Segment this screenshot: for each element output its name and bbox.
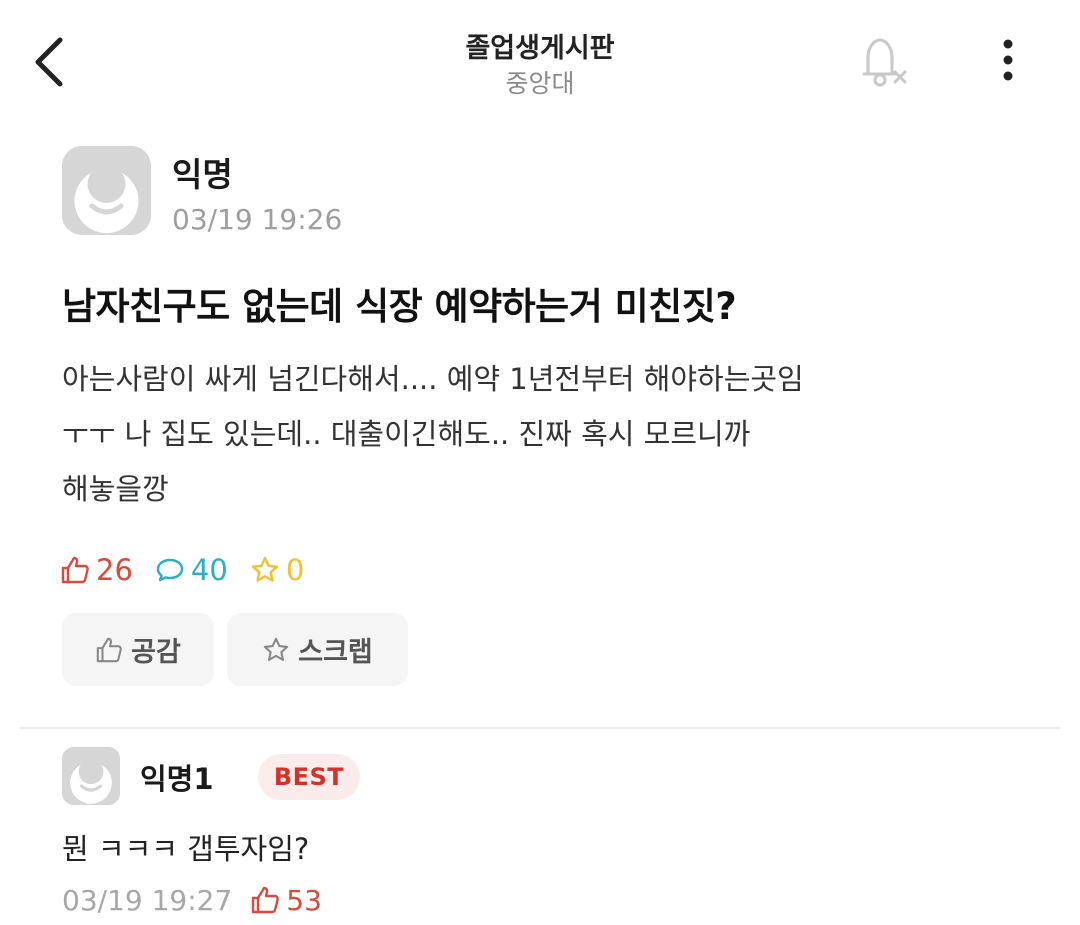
- empathy-button-label: 공감: [131, 637, 181, 668]
- comment-like-count-value: 53: [286, 883, 322, 917]
- post-timestamp: 03/19 19:26: [172, 203, 343, 236]
- post-detail-screen: 졸업생게시판 중앙대 익명 03/19 19:26 남자친구도 없는데 식장 예…: [0, 0, 1080, 925]
- speech-bubble-icon: [156, 558, 184, 582]
- post-body-line: 해놓을깡: [62, 472, 169, 506]
- like-count-value: 26: [96, 553, 133, 587]
- comment-timestamp: 03/19 19:27: [62, 883, 233, 917]
- comment-meta: 03/19 19:27 53: [62, 880, 322, 920]
- scrap-button[interactable]: 스크랩: [227, 613, 408, 686]
- post-body: 아는사람이 싸게 넘긴다해서.... 예약 1년전부터 해야하는곳임 ㅜㅜ 나 …: [62, 352, 1022, 517]
- comment-count: 40: [155, 553, 228, 587]
- comment-count-value: 40: [190, 553, 228, 587]
- star-icon: [264, 637, 289, 661]
- default-profile-icon: [62, 146, 151, 235]
- thumbs-up-icon: [252, 886, 280, 914]
- post-author: 익명: [172, 155, 233, 194]
- scrap-button-label: 스크랩: [298, 637, 373, 668]
- section-divider: [20, 727, 1060, 729]
- post-title: 남자친구도 없는데 식장 예약하는거 미친짓?: [62, 285, 737, 328]
- empathy-button[interactable]: 공감: [62, 613, 214, 686]
- board-title: 졸업생게시판: [465, 33, 615, 64]
- best-badge: BEST: [258, 754, 360, 800]
- comment-body: 뭔 ㅋㅋㅋ 갭투자임?: [62, 832, 310, 866]
- more-options-button[interactable]: [990, 36, 1026, 84]
- scrap-count: 0: [250, 553, 304, 587]
- star-icon: [251, 556, 279, 582]
- post-stats: 26 40 0: [60, 550, 326, 590]
- post-body-line: 아는사람이 싸게 넘긴다해서.... 예약 1년전부터 해야하는곳임: [62, 362, 804, 396]
- comment-like-count: 53: [250, 884, 322, 917]
- post-body-line: ㅜㅜ 나 집도 있는데.. 대출이긴해도.. 진짜 혹시 모르니까: [62, 417, 751, 451]
- default-profile-icon: [62, 747, 120, 805]
- more-vertical-icon: [1003, 39, 1013, 81]
- notification-toggle-button[interactable]: [858, 34, 914, 90]
- thumbs-up-icon: [96, 637, 122, 662]
- board-subtitle: 중앙대: [505, 69, 575, 98]
- bell-off-icon: [862, 38, 907, 87]
- comment-author: 익명1: [140, 762, 214, 796]
- like-count: 26: [60, 553, 133, 587]
- thumbs-up-icon: [61, 556, 89, 584]
- author-avatar: [62, 146, 151, 235]
- comment-author-avatar: [62, 747, 120, 805]
- scrap-count-value: 0: [285, 553, 305, 587]
